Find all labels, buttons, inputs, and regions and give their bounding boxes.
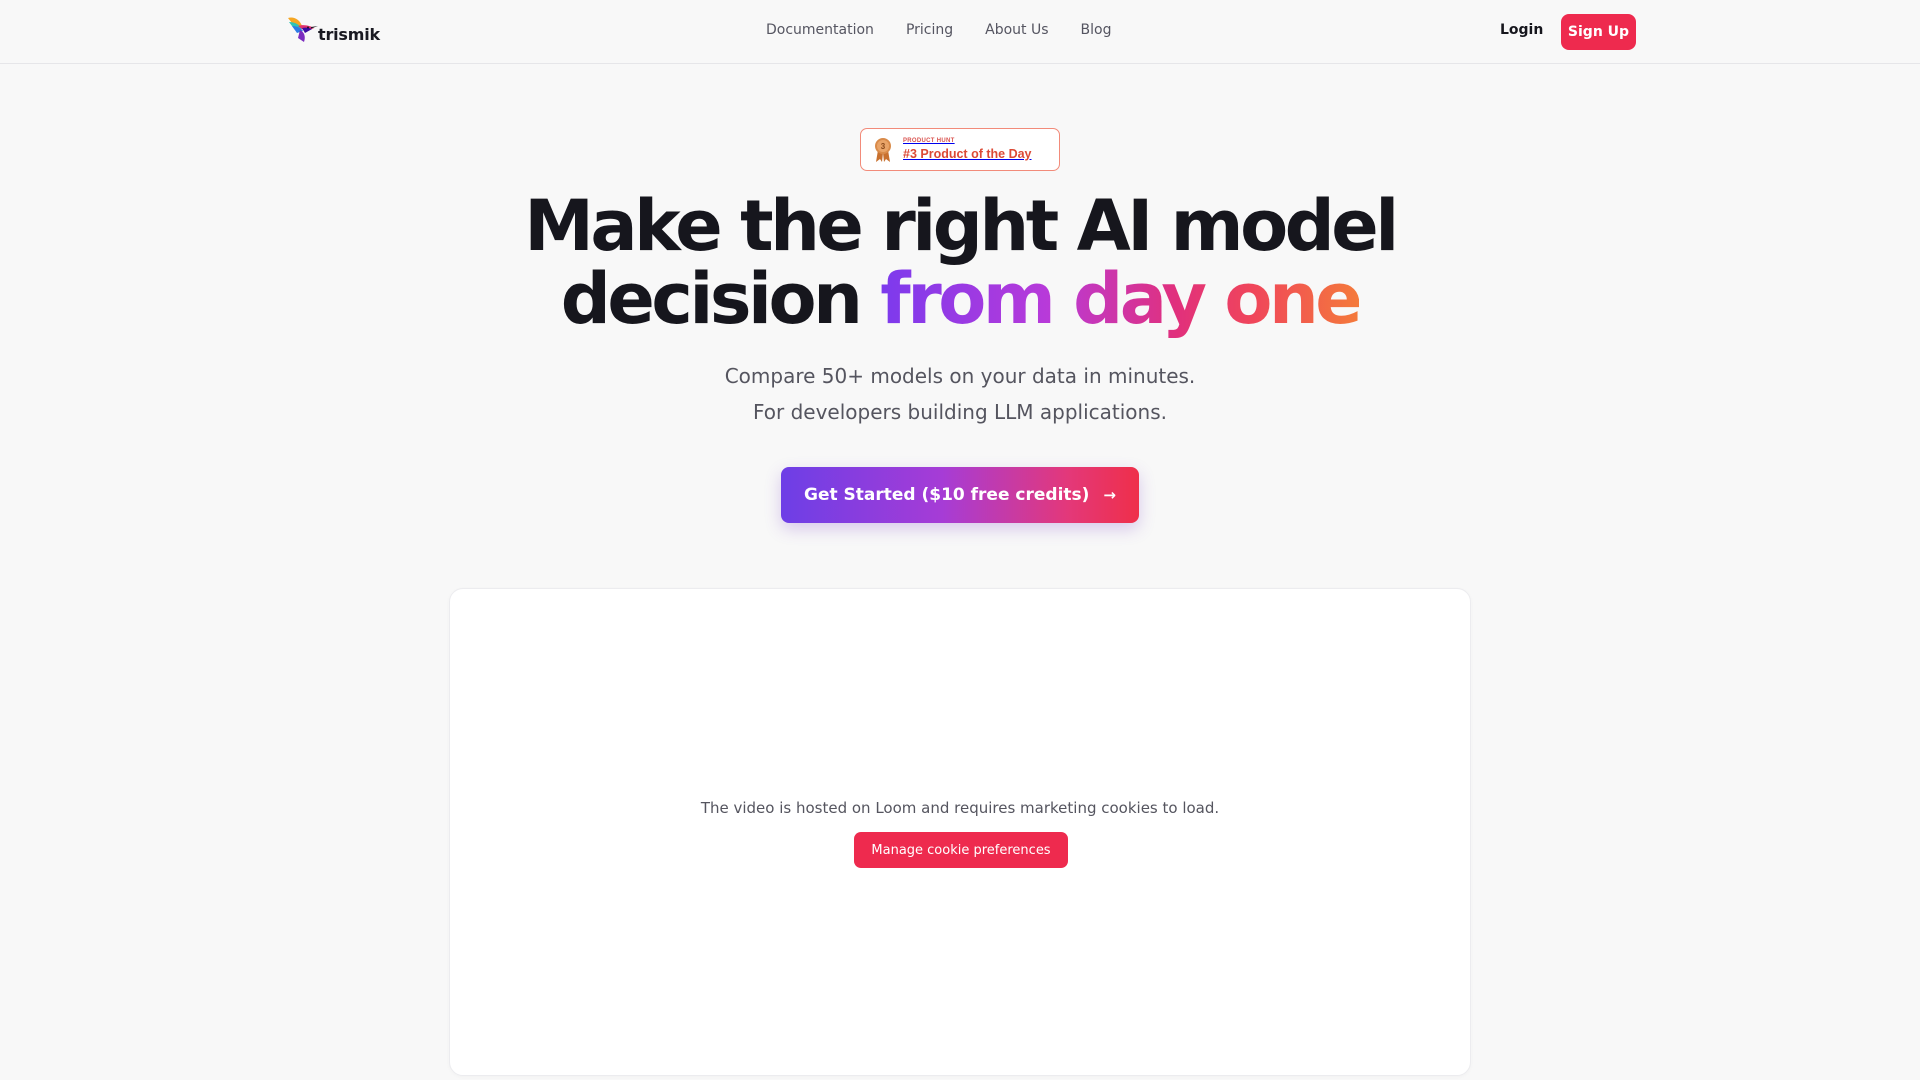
hero-subtitle-2: For developers building LLM applications… — [752, 400, 1167, 424]
main-nav: Documentation Pricing About Us Blog — [766, 22, 1111, 38]
hero-title-plain: decision — [560, 258, 863, 340]
badge-main-label: #3 Product of the Day — [903, 147, 1032, 162]
medal-rank: 3 — [881, 142, 886, 151]
get-started-button[interactable]: Get Started ($10 free credits) → — [781, 467, 1139, 523]
manage-cookie-preferences-button[interactable]: Manage cookie preferences — [854, 832, 1068, 868]
nav-about-us[interactable]: About Us — [985, 22, 1048, 38]
badge-small-label: PRODUCT HUNT — [903, 138, 955, 145]
hummingbird-logo-icon — [288, 17, 318, 42]
login-link[interactable]: Login — [1500, 22, 1543, 38]
badge-texts: PRODUCT HUNT #3 Product of the Day — [903, 138, 1032, 161]
hero-title-line-2: decision from day one — [0, 263, 1920, 336]
hero-title: Make the right AI model decision from da… — [0, 190, 1920, 336]
medal-icon: 3 — [875, 137, 891, 162]
video-cookie-message: The video is hosted on Loom and requires… — [700, 799, 1220, 817]
site-header: trismik Documentation Pricing About Us B… — [0, 0, 1920, 64]
hero-title-line-1: Make the right AI model — [524, 185, 1399, 267]
signup-button[interactable]: Sign Up — [1561, 14, 1636, 50]
arrow-right-icon: → — [1103, 486, 1116, 504]
nav-blog[interactable]: Blog — [1081, 22, 1112, 38]
get-started-label: Get Started ($10 free credits) — [803, 485, 1090, 505]
logo-wordmark: trismik — [318, 24, 380, 44]
product-hunt-badge[interactable]: 3 PRODUCT HUNT #3 Product of the Day — [860, 128, 1060, 171]
hero-subtitle-1: Compare 50+ models on your data in minut… — [724, 364, 1196, 388]
video-placeholder: The video is hosted on Loom and requires… — [449, 588, 1471, 1076]
logo-link[interactable]: trismik — [284, 12, 380, 48]
nav-pricing[interactable]: Pricing — [906, 22, 953, 38]
nav-documentation[interactable]: Documentation — [766, 22, 874, 38]
hero-title-highlight: from day one — [880, 258, 1362, 340]
